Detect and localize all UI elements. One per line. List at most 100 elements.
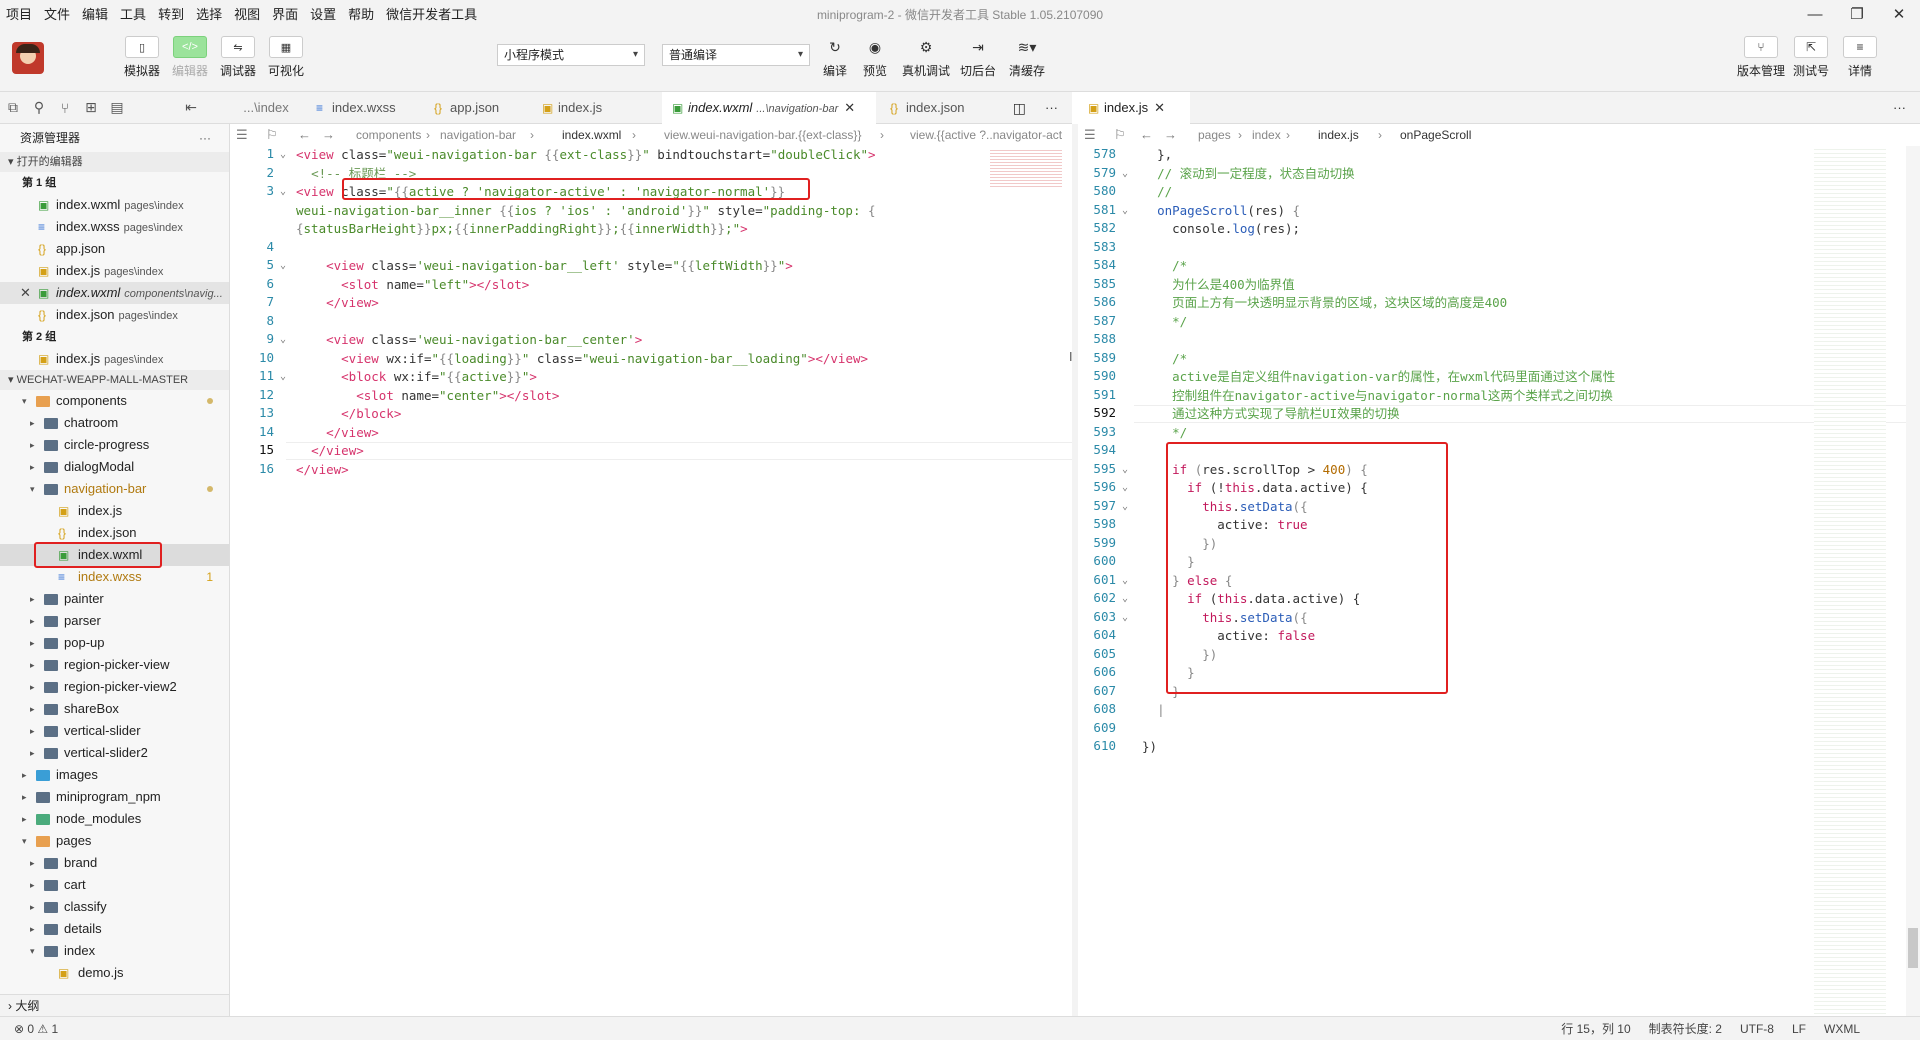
tree-item[interactable]: ▣ demo.js bbox=[0, 962, 229, 984]
line-ending[interactable]: LF bbox=[1792, 1017, 1806, 1040]
tree-item[interactable]: ▸ region-picker-view bbox=[0, 654, 229, 676]
cursor-position[interactable]: 行 15，列 10 bbox=[1561, 1017, 1630, 1040]
tree-item[interactable]: ▸ chatroom bbox=[0, 412, 229, 434]
code-line[interactable]: this.setData({ bbox=[1142, 498, 1307, 516]
code-line[interactable]: // 滚动到一定程度，状态自动切换 bbox=[1142, 165, 1355, 183]
code-line[interactable]: <!-- 标题栏 --> bbox=[296, 165, 416, 183]
chevron-down-icon[interactable]: ▾ bbox=[30, 478, 35, 500]
close-icon[interactable]: ✕ bbox=[20, 282, 31, 304]
code-line[interactable]: } bbox=[1142, 683, 1180, 701]
split-editor-icon[interactable]: ◫ bbox=[1013, 92, 1026, 124]
code-line[interactable]: if (res.scrollTop > 400) { bbox=[1142, 461, 1368, 479]
files-icon[interactable]: ⧉ bbox=[0, 99, 26, 116]
menu-file[interactable]: 文件 bbox=[38, 0, 76, 30]
fold-icon[interactable]: ⌄ bbox=[280, 371, 286, 382]
close-window-button[interactable]: ✕ bbox=[1878, 0, 1920, 30]
code-line[interactable]: </view> bbox=[296, 461, 349, 479]
tab-right-index-js[interactable]: ▣ index.js ✕ bbox=[1078, 92, 1190, 124]
tree-item[interactable]: ▸ shareBox bbox=[0, 698, 229, 720]
language-mode[interactable]: WXML bbox=[1824, 1017, 1860, 1040]
tab-index-wxml-active[interactable]: ▣ index.wxml ...\navigation-bar ✕ bbox=[662, 92, 876, 124]
fold-icon[interactable]: ⌄ bbox=[1122, 168, 1128, 179]
menu-help[interactable]: 帮助 bbox=[342, 0, 380, 30]
close-icon[interactable]: ✕ bbox=[844, 100, 855, 115]
chevron-right-icon[interactable]: ▸ bbox=[30, 412, 35, 434]
code-line[interactable]: <slot name="left"></slot> bbox=[296, 276, 529, 294]
breadcrumb-node-1[interactable]: view.weui-navigation-bar.{{ext-class}} bbox=[664, 124, 861, 146]
code-line[interactable]: */ bbox=[1142, 313, 1187, 331]
chevron-right-icon[interactable]: ▸ bbox=[30, 698, 35, 720]
minimize-button[interactable]: — bbox=[1794, 0, 1836, 30]
code-line[interactable]: </view> bbox=[296, 294, 379, 312]
tab-truncated[interactable]: ...\index bbox=[230, 92, 302, 124]
menu-select[interactable]: 选择 bbox=[190, 0, 228, 30]
chevron-right-icon[interactable]: ▸ bbox=[30, 654, 35, 676]
open-editors-section[interactable]: ▾ 打开的编辑器 bbox=[0, 152, 229, 172]
source-control-icon[interactable]: ⑂ bbox=[52, 100, 78, 116]
mode-select[interactable]: 小程序模式 bbox=[497, 44, 645, 66]
chevron-right-icon[interactable]: ▸ bbox=[22, 764, 27, 786]
chevron-right-icon[interactable]: ▸ bbox=[30, 456, 35, 478]
right-editor[interactable]: ☰ ⚐ ← → pages › index › index.js › onPag… bbox=[1078, 124, 1920, 1016]
open-editor-item[interactable]: {} index.json pages\index bbox=[0, 304, 229, 326]
chevron-right-icon[interactable]: ▸ bbox=[30, 720, 35, 742]
code-line[interactable]: {statusBarHeight}}px;{{innerPaddingRight… bbox=[296, 220, 748, 238]
breadcrumb-components[interactable]: components bbox=[356, 124, 421, 146]
indentation[interactable]: 制表符长度: 2 bbox=[1649, 1017, 1722, 1040]
debug-icon[interactable]: ⊞ bbox=[78, 99, 104, 116]
chevron-right-icon[interactable]: ▸ bbox=[30, 874, 35, 896]
tree-item[interactable]: ▸ pop-up bbox=[0, 632, 229, 654]
maximize-button[interactable]: ❐ bbox=[1836, 0, 1878, 30]
version-button[interactable]: ⑂ 版本管理 bbox=[1737, 36, 1785, 79]
chevron-right-icon[interactable]: ▸ bbox=[30, 588, 35, 610]
tree-item[interactable]: ▣ index.wxml bbox=[0, 544, 229, 566]
open-editor-item[interactable]: ▣ index.js pages\index bbox=[0, 348, 229, 370]
forward-arrow-icon[interactable]: → bbox=[322, 124, 335, 146]
simulator-button[interactable]: ▯ 模拟器 bbox=[118, 36, 166, 79]
chevron-right-icon[interactable]: ▸ bbox=[30, 610, 35, 632]
code-line[interactable]: active: true bbox=[1142, 516, 1307, 534]
chevron-right-icon[interactable]: ▸ bbox=[30, 896, 35, 918]
chevron-right-icon[interactable]: ▸ bbox=[30, 742, 35, 764]
breadcrumb-index[interactable]: index bbox=[1252, 124, 1281, 146]
list-icon[interactable]: ☰ bbox=[236, 124, 248, 146]
tree-item[interactable]: ▸ images bbox=[0, 764, 229, 786]
code-line[interactable]: onPageScroll(res) { bbox=[1142, 202, 1300, 220]
open-editor-item[interactable]: ▣ index.wxml pages\index bbox=[0, 194, 229, 216]
fold-icon[interactable]: ⌄ bbox=[280, 186, 286, 197]
right-minimap[interactable] bbox=[1814, 146, 1886, 1016]
chevron-right-icon[interactable]: ▸ bbox=[22, 786, 27, 808]
tree-item[interactable]: ▸ circle-progress bbox=[0, 434, 229, 456]
debugger-button[interactable]: ⇋ 调试器 bbox=[214, 36, 262, 79]
chevron-right-icon[interactable]: ▸ bbox=[30, 918, 35, 940]
chevron-down-icon[interactable]: ▾ bbox=[22, 390, 27, 412]
problems-indicator[interactable]: ⊗ 0 ⚠ 1 bbox=[14, 1017, 58, 1040]
tree-item[interactable]: ▾ pages bbox=[0, 830, 229, 852]
chevron-right-icon[interactable]: ▸ bbox=[30, 434, 35, 456]
more-icon[interactable]: ··· bbox=[1045, 92, 1058, 124]
breadcrumb-navigation-bar[interactable]: navigation-bar bbox=[440, 124, 516, 146]
menu-settings[interactable]: 设置 bbox=[304, 0, 342, 30]
code-line[interactable]: }, bbox=[1142, 146, 1172, 164]
menu-goto[interactable]: 转到 bbox=[152, 0, 190, 30]
tree-item[interactable]: ▾ components bbox=[0, 390, 229, 412]
editor-button[interactable]: </> 编辑器 bbox=[166, 36, 214, 79]
avatar[interactable] bbox=[12, 42, 44, 74]
tree-item[interactable]: ▸ vertical-slider bbox=[0, 720, 229, 742]
code-line[interactable]: */ bbox=[1142, 424, 1187, 442]
more-icon[interactable]: ··· bbox=[1893, 92, 1906, 124]
tree-item[interactable]: ▾ navigation-bar bbox=[0, 478, 229, 500]
fold-icon[interactable]: ⌄ bbox=[280, 334, 286, 345]
code-line[interactable]: </block> bbox=[296, 405, 401, 423]
chevron-right-icon[interactable]: ▸ bbox=[30, 632, 35, 654]
fold-icon[interactable]: ⌄ bbox=[1122, 593, 1128, 604]
tree-item[interactable]: ▸ parser bbox=[0, 610, 229, 632]
list-icon[interactable]: ☰ bbox=[1084, 124, 1096, 146]
open-editor-item[interactable]: ≡ index.wxss pages\index bbox=[0, 216, 229, 238]
fold-icon[interactable]: ⌄ bbox=[1122, 464, 1128, 475]
chevron-down-icon[interactable]: ▾ bbox=[30, 940, 35, 962]
tab-index-json[interactable]: {} index.json bbox=[880, 92, 992, 124]
code-line[interactable]: if (!this.data.active) { bbox=[1142, 479, 1368, 497]
code-line[interactable]: 为什么是400为临界值 bbox=[1142, 276, 1295, 294]
search-icon[interactable]: ⚲ bbox=[26, 99, 52, 116]
